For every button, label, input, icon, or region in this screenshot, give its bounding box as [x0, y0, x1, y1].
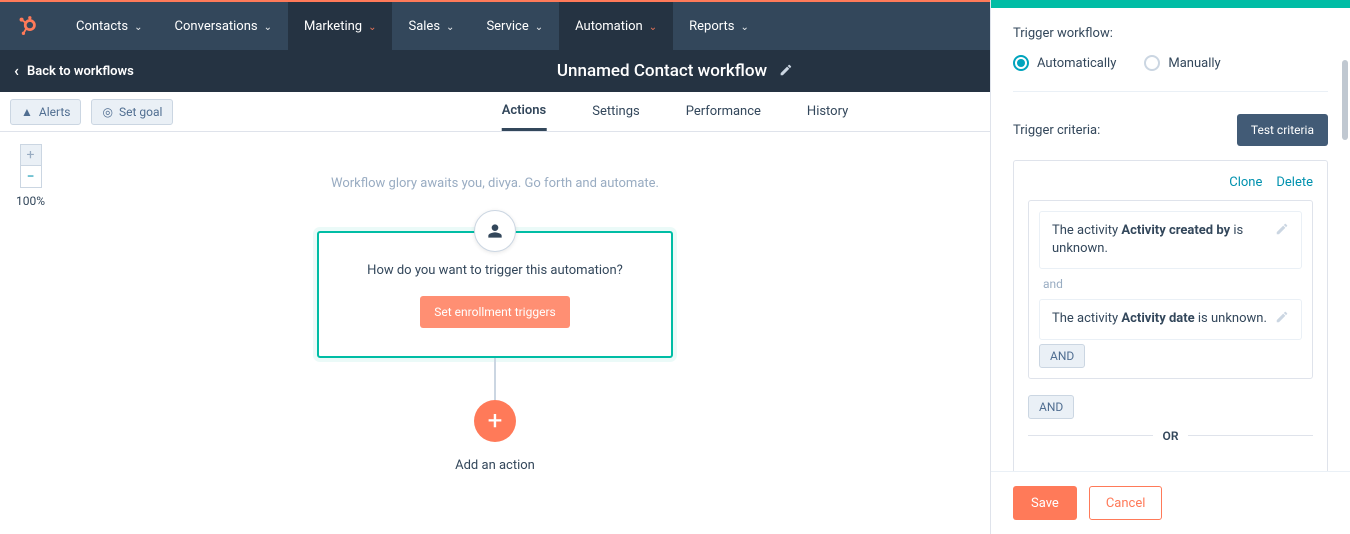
nav-contacts[interactable]: Contacts ⌄ — [60, 2, 159, 50]
chevron-down-icon: ⌄ — [535, 22, 543, 33]
connector-line — [494, 358, 496, 400]
radio-manual-label: Manually — [1168, 56, 1220, 71]
tab-history[interactable]: History — [807, 92, 848, 131]
criteria-box: Clone Delete The activity Activity creat… — [1013, 160, 1328, 471]
chevron-down-icon: ⌄ — [446, 22, 454, 33]
chevron-down-icon: ⌄ — [740, 22, 748, 33]
set-goal-button[interactable]: ◎ Set goal — [91, 99, 173, 125]
panel-accent-bar — [991, 0, 1350, 8]
trigger-workflow-label: Trigger workflow: — [1013, 26, 1328, 41]
condition-1[interactable]: The activity Activity created by is unkn… — [1039, 211, 1302, 269]
condition-2[interactable]: The activity Activity date is unknown. — [1039, 299, 1302, 339]
nav-automation[interactable]: Automation ⌄ — [559, 2, 673, 50]
nav-marketing-label: Marketing — [304, 19, 362, 34]
criteria-group: The activity Activity created by is unkn… — [1028, 200, 1313, 379]
or-divider: OR — [1028, 429, 1313, 443]
condition-1-text: The activity Activity created by is unkn… — [1052, 222, 1267, 258]
trigger-criteria-label: Trigger criteria: — [1013, 123, 1100, 138]
nav-conversations[interactable]: Conversations ⌄ — [159, 2, 288, 50]
alerts-button[interactable]: ▲ Alerts — [10, 99, 81, 125]
and-outer-button[interactable]: AND — [1028, 395, 1074, 419]
radio-on-icon — [1013, 55, 1029, 71]
test-criteria-button[interactable]: Test criteria — [1237, 114, 1328, 146]
save-button[interactable]: Save — [1013, 486, 1077, 520]
and-inner-button[interactable]: AND — [1039, 344, 1085, 368]
nav-service-label: Service — [486, 19, 528, 34]
back-to-workflows[interactable]: ‹ Back to workflows — [14, 63, 134, 79]
condition-2-text: The activity Activity date is unknown. — [1052, 310, 1267, 328]
trigger-question: How do you want to trigger this automati… — [367, 263, 623, 278]
nav-reports-label: Reports — [689, 19, 734, 34]
delete-link[interactable]: Delete — [1276, 175, 1313, 190]
chevron-down-icon: ⌄ — [368, 22, 376, 33]
chevron-down-icon: ⌄ — [134, 22, 142, 33]
pencil-icon[interactable] — [779, 62, 793, 81]
target-icon: ◎ — [102, 105, 112, 119]
pencil-icon[interactable] — [1275, 222, 1289, 240]
nav-reports[interactable]: Reports ⌄ — [673, 2, 765, 50]
canvas: + − 100% Workflow glory awaits you, divy… — [0, 132, 990, 534]
nav-sales-label: Sales — [408, 19, 440, 34]
chevron-down-icon: ⌄ — [264, 22, 272, 33]
radio-manually[interactable]: Manually — [1144, 55, 1220, 71]
set-goal-label: Set goal — [119, 105, 162, 119]
nav-conversations-label: Conversations — [175, 19, 258, 34]
bell-icon: ▲ — [21, 105, 33, 119]
tab-actions[interactable]: Actions — [502, 92, 547, 131]
hubspot-logo-icon[interactable] — [16, 14, 40, 38]
tab-performance[interactable]: Performance — [686, 92, 761, 131]
cancel-button[interactable]: Cancel — [1089, 486, 1163, 520]
panel-footer: Save Cancel — [991, 471, 1350, 534]
add-action-button[interactable]: + — [474, 400, 516, 442]
pencil-icon[interactable] — [1275, 310, 1289, 328]
or-label: OR — [1163, 429, 1179, 443]
nav-contacts-label: Contacts — [76, 19, 128, 34]
add-action-label: Add an action — [455, 458, 535, 473]
trigger-side-panel: Trigger workflow: Automatically Manually… — [990, 0, 1350, 534]
chevron-down-icon: ⌄ — [649, 22, 657, 33]
chevron-left-icon: ‹ — [14, 63, 19, 79]
nav-marketing[interactable]: Marketing ⌄ — [288, 2, 392, 50]
radio-automatically[interactable]: Automatically — [1013, 55, 1116, 71]
nav-automation-label: Automation — [575, 19, 643, 34]
back-label: Back to workflows — [27, 64, 134, 79]
nav-sales[interactable]: Sales ⌄ — [392, 2, 470, 50]
set-enrollment-triggers-button[interactable]: Set enrollment triggers — [420, 296, 569, 328]
nav-service[interactable]: Service ⌄ — [470, 2, 559, 50]
tab-settings[interactable]: Settings — [592, 92, 639, 131]
radio-auto-label: Automatically — [1037, 56, 1116, 71]
alerts-label: Alerts — [39, 105, 71, 119]
clone-link[interactable]: Clone — [1229, 175, 1262, 190]
tabs: Actions Settings Performance History — [502, 92, 849, 131]
radio-off-icon — [1144, 55, 1160, 71]
person-icon — [474, 210, 516, 252]
canvas-hint: Workflow glory awaits you, divya. Go for… — [331, 176, 659, 191]
workflow-title: Unnamed Contact workflow — [557, 61, 767, 81]
and-join-label: and — [1043, 277, 1302, 291]
scrollbar-vertical[interactable] — [1342, 60, 1348, 140]
